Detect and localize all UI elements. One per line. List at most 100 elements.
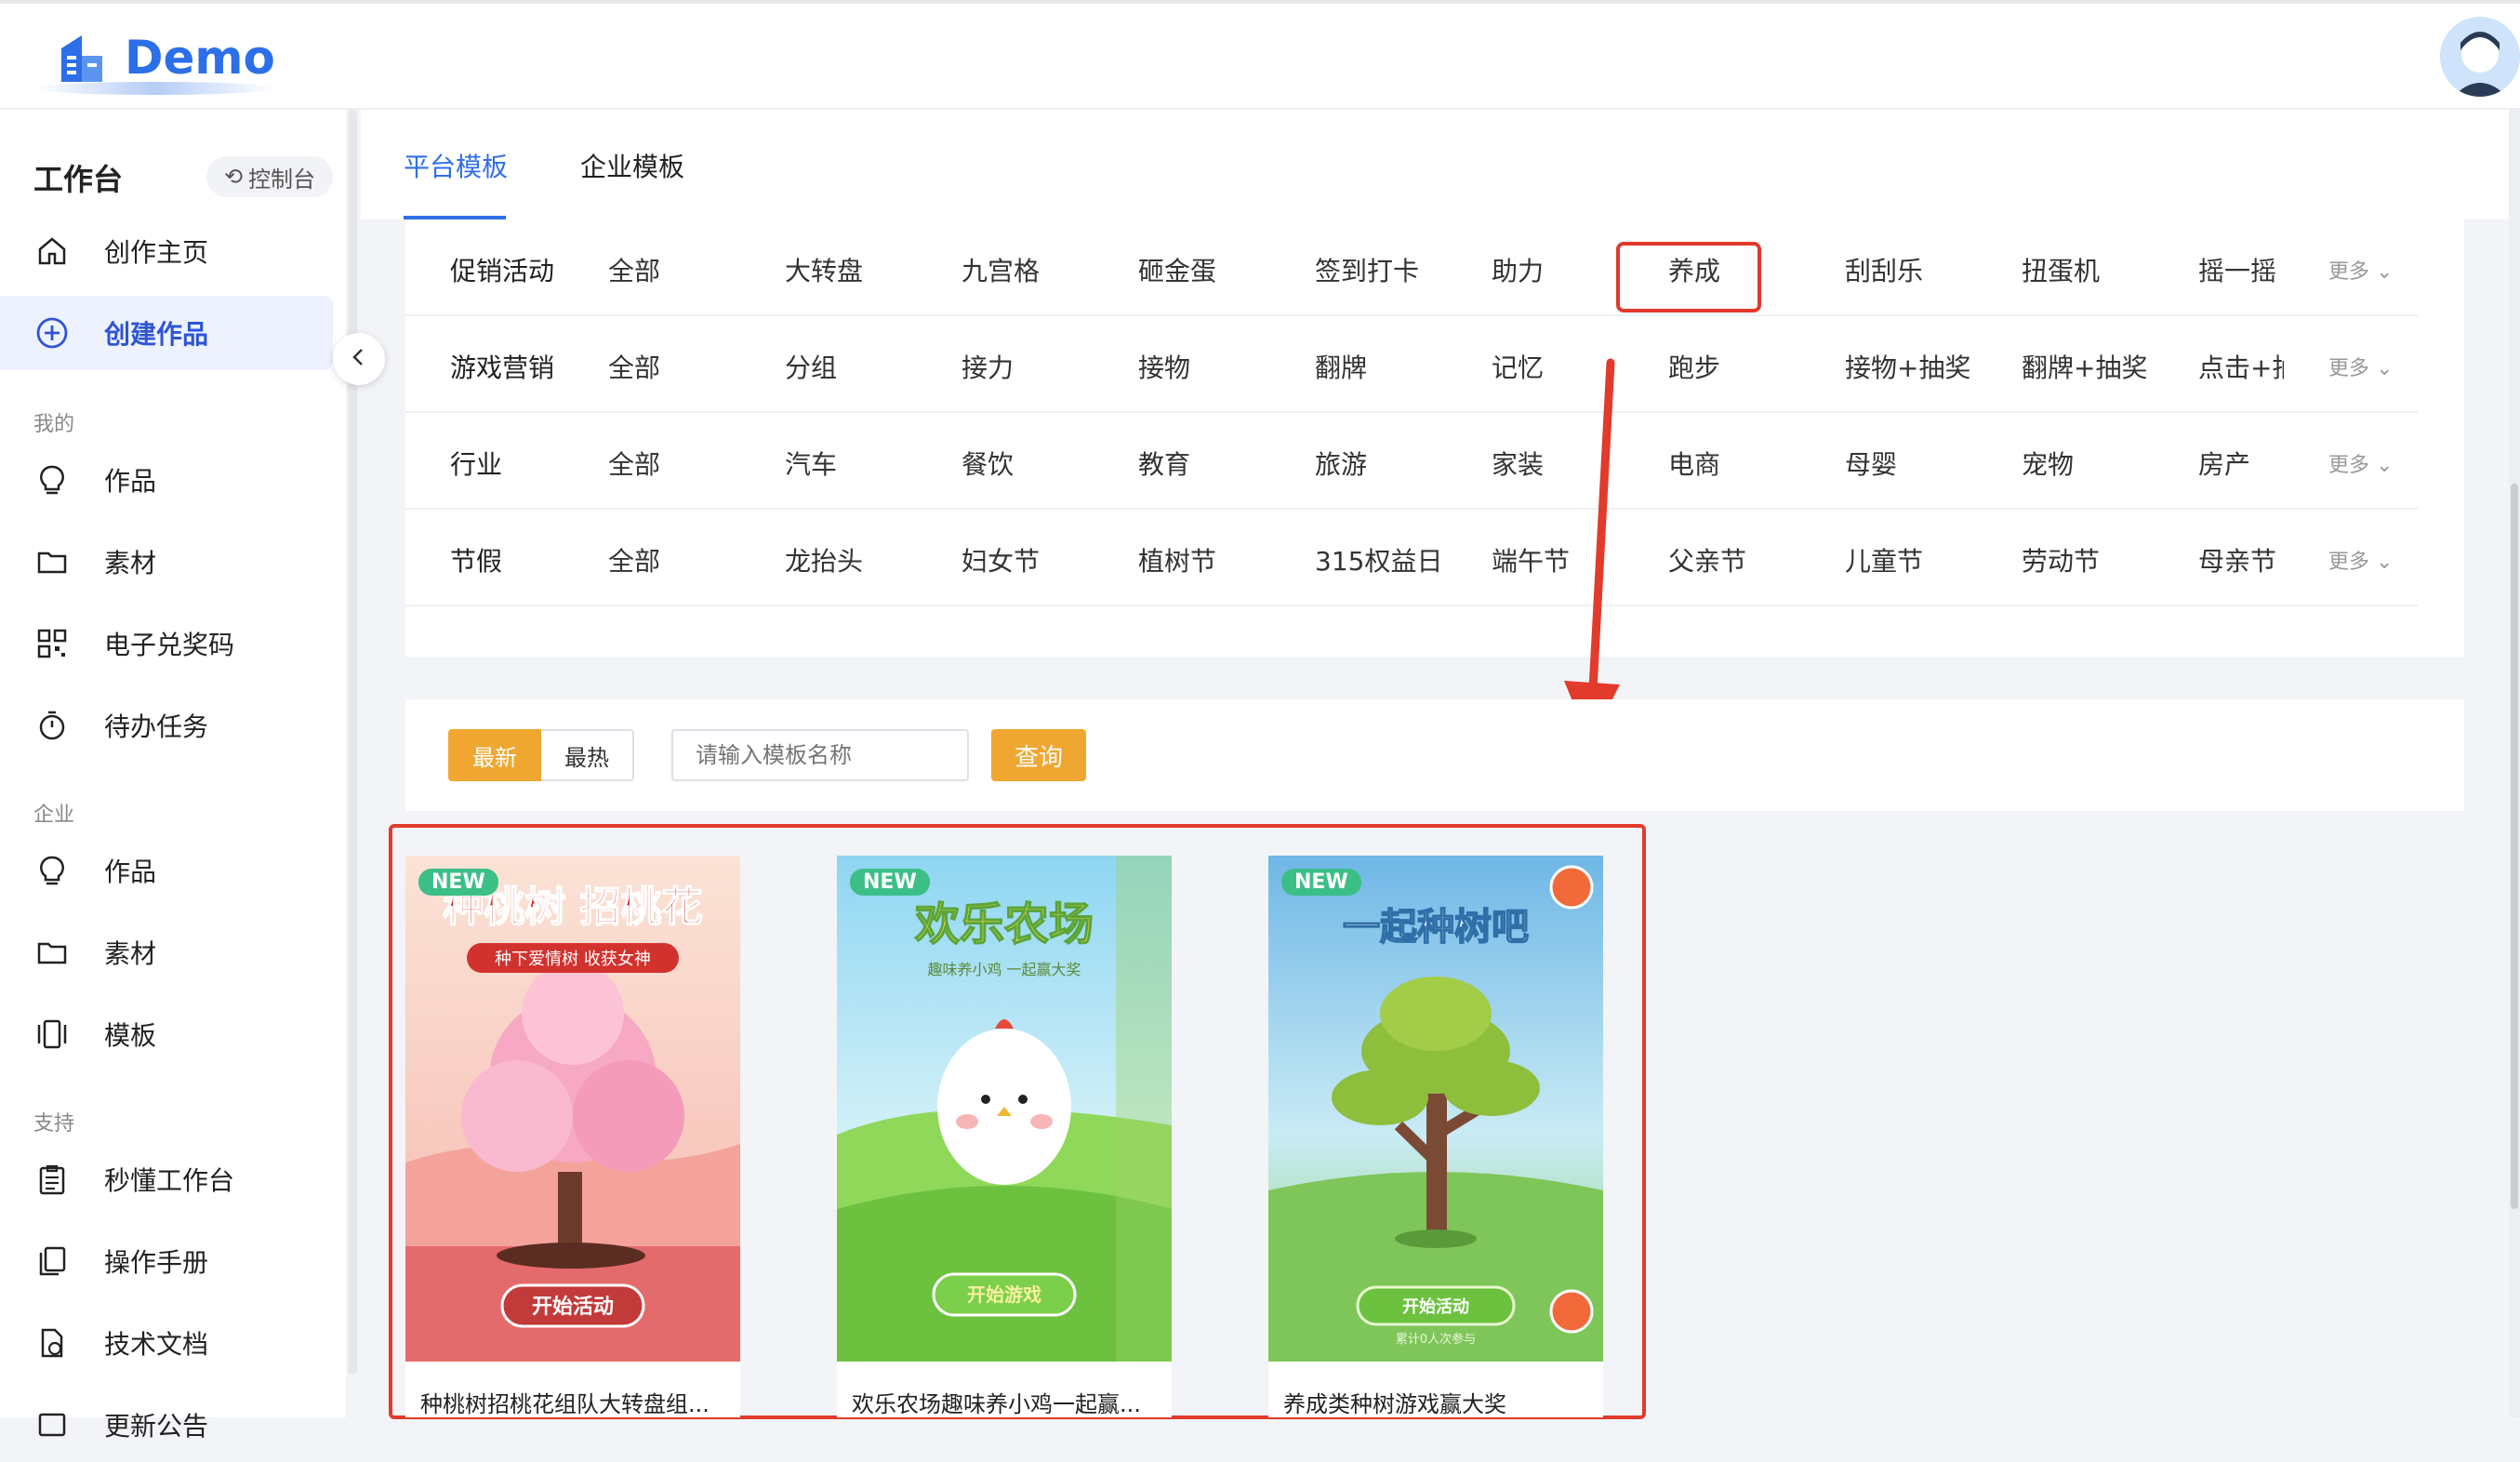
filter-option[interactable]: 扭蛋机 [2022,251,2100,288]
template-search-input[interactable] [671,729,969,781]
sidebar-item-assets[interactable]: 素材 [0,525,333,599]
filter-option[interactable]: 宠物 [2022,445,2074,482]
filter-option[interactable]: 分组 [785,348,837,385]
filter-option[interactable]: 母亲节 [2198,541,2276,578]
template-card[interactable]: 开始活动 种桃树 招桃花 种下爱情树 收获女神 NEW 种桃树招桃花组队大转盘组… [405,856,740,1417]
sidebar-item-label: 电子兑奖码 [104,630,235,660]
template-tabs: 平台模板 企业模板 [361,110,2520,219]
filter-option[interactable]: 翻牌+抽奖 [2022,348,2147,385]
filter-option[interactable]: 儿童节 [1845,541,1923,578]
tab-platform-templates[interactable]: 平台模板 [404,147,508,184]
filter-option[interactable]: 翻牌 [1315,348,1367,385]
filter-option[interactable]: 九宫格 [962,251,1040,288]
sidebar-item-label: 待办任务 [104,711,209,742]
filter-row-industry: 行业 全部 汽车 餐饮 教育 旅游 家装 电商 母婴 宠物 房产 更多 ⌄ [405,413,2418,510]
more-label: 更多 [2328,260,2370,284]
template-card[interactable]: 欢乐农场 趣味养小鸡 一起赢大奖 开始游戏 NEW 欢乐农场趣味养小鸡一起赢..… [837,856,1172,1417]
timer-icon [33,707,71,744]
sidebar-item-enterprise-works[interactable]: 作品 [0,833,333,908]
sidebar-item-tech-docs[interactable]: 技术文档 [0,1306,333,1380]
poster-subtitle: 趣味养小鸡 一起赢大奖 [927,961,1081,978]
filter-option[interactable]: 餐饮 [962,445,1014,482]
sidebar-item-works[interactable]: 作品 [0,443,333,517]
filter-option[interactable]: 房产 [2198,445,2250,482]
filter-option[interactable]: 签到打卡 [1315,251,1419,288]
template-card[interactable]: 一起种树吧 开始活动 累计0人次参与 NEW 养成类种树游戏赢大奖 [1268,856,1603,1417]
template-icon [33,1016,71,1053]
sidebar-item-enterprise-assets[interactable]: 素材 [0,915,333,990]
new-badge: NEW [850,869,930,896]
sidebar-scrollbar[interactable] [348,110,357,1375]
filter-option[interactable]: 劳动节 [2022,541,2100,578]
app-title: Demo [125,31,275,85]
new-badge: NEW [1281,869,1361,896]
poster-cta: 开始活动 [1402,1296,1469,1317]
doc-icon [33,1324,71,1362]
more-button[interactable]: 更多 ⌄ [2328,352,2393,381]
page-scrollbar-thumb[interactable] [2511,484,2518,1209]
query-button[interactable]: 查询 [991,729,1086,781]
collapse-sidebar-button[interactable] [333,333,385,385]
avatar[interactable] [2440,17,2520,97]
sort-newest-button[interactable]: 最新 [448,729,541,781]
tab-enterprise-templates[interactable]: 企业模板 [580,147,684,184]
filter-option[interactable]: 教育 [1138,445,1190,482]
sidebar-item-redeem-code[interactable]: 电子兑奖码 [0,606,333,681]
filter-option[interactable]: 摇一摇 [2198,251,2276,288]
sidebar-item-label: 技术文档 [104,1329,209,1360]
card-cover-image: 欢乐农场 趣味养小鸡 一起赢大奖 开始游戏 [837,856,1172,1362]
filter-option[interactable]: 接力 [962,348,1014,385]
clipboard-icon [33,1161,71,1198]
top-bar: Demo [0,0,2520,110]
filter-option[interactable]: 315权益日 [1315,541,1442,578]
filter-option[interactable]: 植树节 [1138,541,1216,578]
filter-option[interactable]: 旅游 [1315,445,1367,482]
sidebar-item-manual[interactable]: 操作手册 [0,1224,333,1298]
filter-option[interactable]: 妇女节 [962,541,1040,578]
filter-option[interactable]: 接物 [1138,348,1190,385]
filter-option[interactable]: 跑步 [1668,348,1720,385]
filter-option[interactable]: 点击+抽 [2198,348,2284,385]
filter-option[interactable]: 助力 [1492,251,1544,288]
filter-option[interactable]: 汽车 [785,445,837,482]
filter-option[interactable]: 全部 [608,348,660,385]
filter-option[interactable]: 电商 [1668,445,1720,482]
filter-option[interactable]: 父亲节 [1668,541,1746,578]
more-button[interactable]: 更多 ⌄ [2328,255,2393,285]
sidebar-item-notice[interactable]: 更新公告 [0,1388,333,1462]
sidebar-item-tasks[interactable]: 待办任务 [0,688,333,763]
notice-icon [33,1406,71,1443]
filter-label: 行业 [450,449,503,480]
poster-title: 一起种树吧 [1343,906,1529,949]
logo[interactable]: Demo [33,28,275,95]
sidebar-item-home[interactable]: 创作主页 [0,214,333,288]
sort-hottest-button[interactable]: 最热 [541,729,634,781]
more-label: 更多 [2328,551,2370,574]
filter-option[interactable]: 刮刮乐 [1845,251,1923,288]
bulb-icon [33,852,71,889]
sidebar-item-quick-guide[interactable]: 秒懂工作台 [0,1142,333,1216]
filter-row-holiday: 节假 全部 龙抬头 妇女节 植树节 315权益日 端午节 父亲节 儿童节 劳动节… [405,510,2418,606]
filter-option[interactable]: 家装 [1492,445,1544,482]
bulb-icon [33,461,71,498]
filter-option[interactable]: 龙抬头 [785,541,863,578]
filter-option[interactable]: 母婴 [1845,445,1897,482]
folder-icon [33,934,71,971]
more-button[interactable]: 更多 ⌄ [2328,448,2393,478]
sidebar-item-templates[interactable]: 模板 [0,997,333,1071]
sidebar-item-create[interactable]: 创建作品 [0,296,333,370]
console-switch-button[interactable]: ⟲ 控制台 [206,156,333,197]
filter-option[interactable]: 接物+抽奖 [1845,348,1970,385]
card-cover-image: 一起种树吧 开始活动 累计0人次参与 [1268,856,1603,1362]
filter-row-game: 游戏营销 全部 分组 接力 接物 翻牌 记忆 跑步 接物+抽奖 翻牌+抽奖 点击… [405,316,2418,413]
sidebar-item-label: 作品 [104,857,157,887]
filter-option[interactable]: 记忆 [1492,348,1544,385]
filter-option[interactable]: 全部 [608,541,660,578]
filter-option[interactable]: 砸金蛋 [1138,251,1216,288]
more-button[interactable]: 更多 ⌄ [2328,545,2393,575]
filter-option[interactable]: 全部 [608,251,660,288]
sidebar-item-label: 作品 [104,466,157,497]
sidebar-item-label: 创作主页 [104,237,209,268]
filter-option[interactable]: 大转盘 [785,251,863,288]
filter-option[interactable]: 全部 [608,445,660,482]
